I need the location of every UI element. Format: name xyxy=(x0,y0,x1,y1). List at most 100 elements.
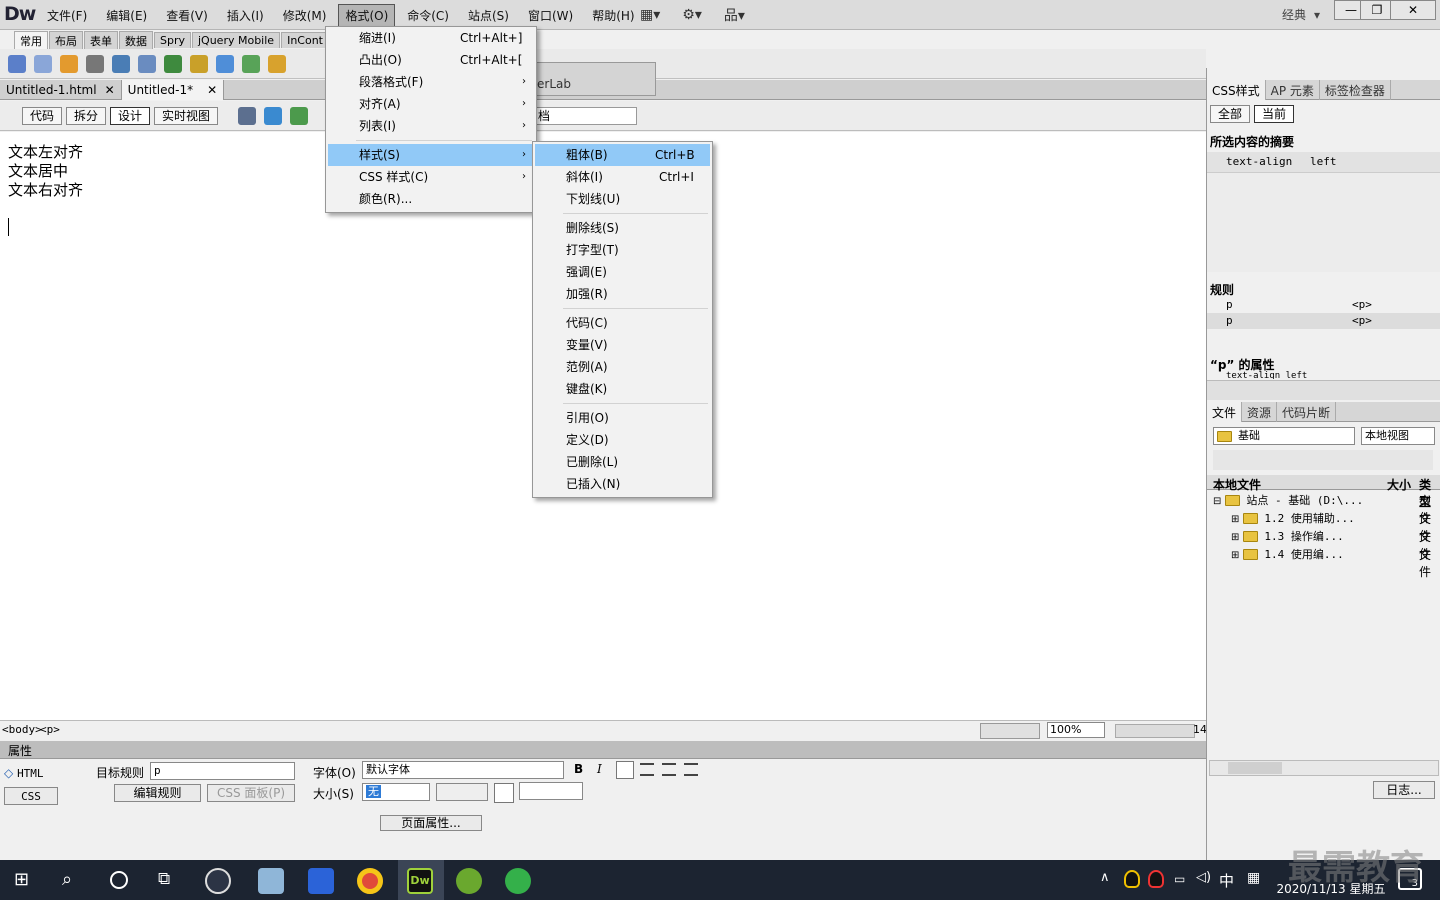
align-left-icon[interactable] xyxy=(616,761,634,779)
select-tool-icon[interactable] xyxy=(980,723,1040,739)
rule-row-selected[interactable]: p <p> xyxy=(1207,313,1440,329)
image-icon[interactable] xyxy=(164,54,182,73)
menu-commands[interactable]: 命令(C) xyxy=(400,4,456,27)
tag-selector-p[interactable]: <p> xyxy=(40,723,60,736)
menu-item-list[interactable]: 列表(I) › xyxy=(328,115,534,137)
view-select[interactable]: 本地视图 xyxy=(1361,427,1435,445)
html-mode-button[interactable]: ◇ HTML xyxy=(4,765,56,783)
insert-tab-data[interactable]: 数据 xyxy=(119,30,153,50)
property-row[interactable]: text-align left xyxy=(1226,371,1307,379)
subtab-all[interactable]: 全部 xyxy=(1210,105,1251,123)
menu-item-style[interactable]: 样式(S) › xyxy=(328,144,534,166)
menu-view[interactable]: 查看(V) xyxy=(159,4,215,27)
hr-icon[interactable] xyxy=(86,54,104,73)
widget-icon[interactable] xyxy=(216,54,234,73)
pinwheel-app-icon[interactable] xyxy=(205,868,231,894)
paragraph-right[interactable]: 文本右对齐 xyxy=(8,179,83,200)
doc-tab-untitled-active[interactable]: Untitled-1* ✕ xyxy=(121,79,225,100)
qq-icon-2[interactable] xyxy=(1148,870,1164,888)
menu-item-color[interactable]: 颜色(R)... xyxy=(328,188,534,210)
notes-app-icon[interactable] xyxy=(258,868,284,894)
menu-item-emphasis[interactable]: 强调(E) xyxy=(535,261,710,283)
email-link-icon[interactable] xyxy=(34,54,52,73)
menu-item-variable[interactable]: 变量(V) xyxy=(535,334,710,356)
close-button[interactable]: ✕ xyxy=(1390,0,1436,20)
menu-item-sample[interactable]: 范例(A) xyxy=(535,356,710,378)
browser-app-icon[interactable] xyxy=(505,868,531,894)
insert-tab-forms[interactable]: 表单 xyxy=(84,30,118,50)
menu-window[interactable]: 窗口(W) xyxy=(521,4,580,27)
menu-item-outdent[interactable]: 凸出(O) Ctrl+Alt+[ xyxy=(328,49,534,71)
document-title-input[interactable]: 档 xyxy=(535,107,637,125)
tree-folder-1-4[interactable]: ⊞ 1.4 使用编... 文件 xyxy=(1231,546,1431,579)
windows-start-icon[interactable]: ⊞ xyxy=(14,870,34,890)
menu-item-definition[interactable]: 定义(D) xyxy=(535,429,710,451)
files-scrollbar[interactable] xyxy=(1209,760,1439,776)
insert-tab-incontext[interactable]: InCont xyxy=(281,32,329,48)
tab-tag-inspector[interactable]: 标签检查器 xyxy=(1320,79,1391,100)
close-icon[interactable]: ✕ xyxy=(207,83,217,97)
close-icon[interactable]: ✕ xyxy=(105,83,115,97)
gear-icon[interactable]: ⚙▾ xyxy=(682,7,702,23)
anchor-icon[interactable] xyxy=(60,54,78,73)
hyperlink-icon[interactable] xyxy=(8,54,26,73)
menu-item-strong[interactable]: 加强(R) xyxy=(535,283,710,305)
div-icon[interactable] xyxy=(138,54,156,73)
insert-tab-layout[interactable]: 布局 xyxy=(49,30,83,50)
rule-row[interactable]: p <p> xyxy=(1207,297,1440,313)
size-select[interactable]: 无 xyxy=(362,783,430,801)
menu-help[interactable]: 帮助(H) xyxy=(585,4,641,27)
tab-ap-elements[interactable]: AP 元素 xyxy=(1266,79,1320,100)
menu-item-italic[interactable]: 斜体(I) Ctrl+I xyxy=(535,166,710,188)
target-rule-select[interactable]: p xyxy=(150,762,295,780)
insert-tab-jquery[interactable]: jQuery Mobile xyxy=(192,32,281,48)
color-input[interactable] xyxy=(519,782,583,800)
volume-icon[interactable]: ◁) xyxy=(1196,870,1211,885)
menu-item-code[interactable]: 代码(C) xyxy=(535,312,710,334)
menu-item-inserted[interactable]: 已插入(N) xyxy=(535,473,710,495)
wps-app-icon[interactable] xyxy=(308,868,334,894)
bold-button[interactable]: B xyxy=(574,762,583,776)
window-size-icons[interactable] xyxy=(1115,724,1195,738)
font-select[interactable]: 默认字体 xyxy=(362,761,564,779)
melon-app-icon[interactable] xyxy=(456,868,482,894)
code-view-button[interactable]: 代码 xyxy=(22,106,63,125)
media-icon[interactable] xyxy=(190,54,208,73)
menu-item-keyboard[interactable]: 键盘(K) xyxy=(535,378,710,400)
col-local-files[interactable]: 本地文件 xyxy=(1213,476,1261,493)
justify-icon[interactable] xyxy=(684,763,698,776)
menu-item-align[interactable]: 对齐(A) › xyxy=(328,93,534,115)
tag-selector-body[interactable]: <body> xyxy=(2,723,42,736)
ime-indicator[interactable]: 中 xyxy=(1219,870,1234,891)
menu-item-strikethrough[interactable]: 删除线(S) xyxy=(535,217,710,239)
task-view-icon[interactable]: ⧉ xyxy=(158,869,170,889)
paragraph-center[interactable]: 文本居中 xyxy=(8,160,68,181)
menu-insert[interactable]: 插入(I) xyxy=(220,4,271,27)
dreamweaver-taskbar-icon[interactable]: Dw xyxy=(407,868,433,894)
design-view-button[interactable]: 设计 xyxy=(110,106,151,125)
server-include-icon[interactable] xyxy=(268,54,286,73)
tray-chevron-icon[interactable]: ∧ xyxy=(1100,870,1110,885)
col-size[interactable]: 大小 xyxy=(1387,476,1411,493)
multiscreen-icon[interactable] xyxy=(238,106,257,125)
search-icon[interactable]: ⌕ xyxy=(62,869,72,890)
menu-format[interactable]: 格式(O) xyxy=(338,3,396,27)
menu-item-underline[interactable]: 下划线(U) xyxy=(535,188,710,210)
qq-icon[interactable] xyxy=(1124,870,1140,888)
insert-tab-common[interactable]: 常用 xyxy=(14,30,48,50)
menu-item-bold[interactable]: 粗体(B) Ctrl+B xyxy=(535,144,710,166)
tree-folder-1-3[interactable]: ⊞ 1.3 操作编... 文件 xyxy=(1231,528,1431,561)
live-view-button[interactable]: 实时视图 xyxy=(154,106,219,125)
align-center-icon[interactable] xyxy=(640,763,654,776)
paragraph-left[interactable]: 文本左对齐 xyxy=(8,141,83,162)
menu-item-indent[interactable]: 缩进(I) Ctrl+Alt+] xyxy=(328,27,534,49)
insert-tab-spry[interactable]: Spry xyxy=(154,32,191,48)
menu-site[interactable]: 站点(S) xyxy=(461,4,516,27)
menu-modify[interactable]: 修改(M) xyxy=(276,4,334,27)
tab-css-styles[interactable]: CSS样式 xyxy=(1207,79,1266,100)
file-transfer-icon[interactable] xyxy=(290,106,309,125)
menu-item-teletype[interactable]: 打字型(T) xyxy=(535,239,710,261)
date-icon[interactable] xyxy=(242,54,260,73)
split-view-button[interactable]: 拆分 xyxy=(66,106,107,125)
zoom-select[interactable]: 100% xyxy=(1047,722,1105,738)
